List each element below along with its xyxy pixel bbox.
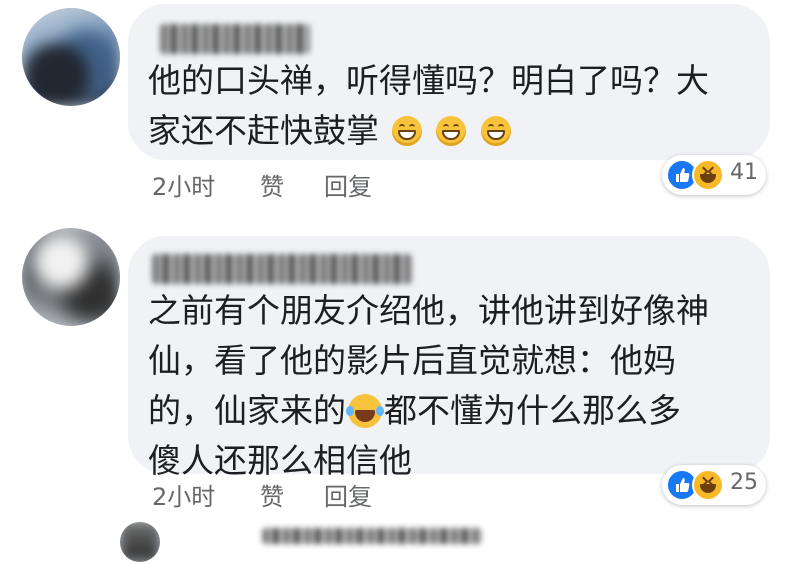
comment-actions: 2小时 赞 回复 [152,482,452,512]
reaction-summary[interactable]: 41 [662,155,766,195]
reaction-count: 41 [730,160,758,185]
laughing-face-icon [692,159,724,191]
comment-actions: 2小时 赞 回复 [152,172,452,202]
comment-text: 他的口头禅，听得懂吗？明白了吗？大 家还不赶快鼓掌 [148,61,709,150]
timestamp[interactable]: 2小时 [152,172,215,202]
avatar[interactable] [22,228,120,326]
reaction-summary[interactable]: 25 [662,465,766,505]
like-button[interactable]: 赞 [260,172,284,202]
comment-bubble: 之前有个朋友介绍他，讲他讲到好像神 仙，看了他的影片后直觉就想：他妈 的，仙家来… [128,236,770,480]
grinning-face-icon [480,116,511,146]
laughing-face-icon [692,469,724,501]
grinning-face-icon [391,116,422,146]
comment-bubble: 他的口头禅，听得懂吗？明白了吗？大 家还不赶快鼓掌 [128,4,770,160]
reaction-count: 25 [730,470,758,495]
grinning-face-icon [436,116,466,146]
timestamp[interactable]: 2小时 [152,482,215,512]
reply-button[interactable]: 回复 [324,172,372,202]
avatar[interactable] [22,8,120,106]
face-with-tears-of-joy-icon [346,394,384,428]
like-button[interactable]: 赞 [260,482,284,512]
comment-text: 之前有个朋友介绍他，讲他讲到好像神 仙，看了他的影片后直觉就想：他妈 的，仙家来… [148,291,709,480]
author-name-blurred [262,528,482,544]
author-name-blurred[interactable] [152,254,412,284]
avatar[interactable] [120,522,160,562]
author-name-blurred[interactable] [160,24,310,54]
reply-button[interactable]: 回复 [324,482,372,512]
